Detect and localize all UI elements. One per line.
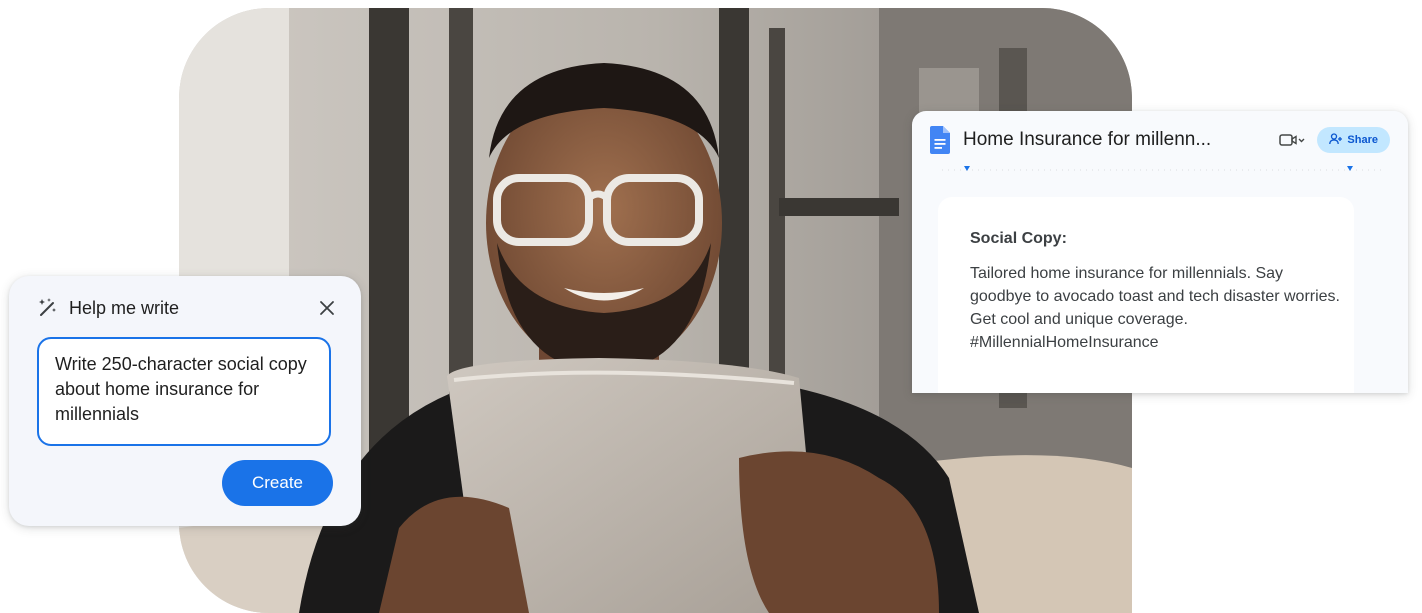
help-me-write-panel: Help me write Write 250-character social… bbox=[9, 276, 361, 526]
close-icon[interactable] bbox=[315, 296, 339, 320]
social-copy-text: Tailored home insurance for millennials.… bbox=[970, 265, 1340, 351]
person-add-icon bbox=[1329, 132, 1343, 148]
sparkle-pen-icon bbox=[35, 295, 61, 321]
docs-logo-icon[interactable] bbox=[930, 126, 950, 154]
share-label: Share bbox=[1347, 134, 1378, 146]
prompt-input[interactable]: Write 250-character social copy about ho… bbox=[37, 337, 331, 446]
section-heading: Social Copy: bbox=[970, 230, 1067, 247]
share-button[interactable]: Share bbox=[1317, 127, 1390, 153]
document-page[interactable]: Social Copy: Tailored home insurance for… bbox=[938, 197, 1354, 393]
docs-toolbar: Home Insurance for millenn... Share bbox=[930, 125, 1390, 155]
meet-icon[interactable] bbox=[1277, 128, 1307, 152]
docs-window: Home Insurance for millenn... Share Soci… bbox=[912, 111, 1408, 393]
document-title[interactable]: Home Insurance for millenn... bbox=[963, 129, 1211, 151]
dropdown-icon bbox=[1298, 138, 1305, 143]
help-me-write-header: Help me write bbox=[35, 295, 339, 321]
ruler bbox=[942, 166, 1382, 171]
help-me-write-title: Help me write bbox=[69, 297, 180, 318]
create-button[interactable]: Create bbox=[222, 460, 333, 506]
